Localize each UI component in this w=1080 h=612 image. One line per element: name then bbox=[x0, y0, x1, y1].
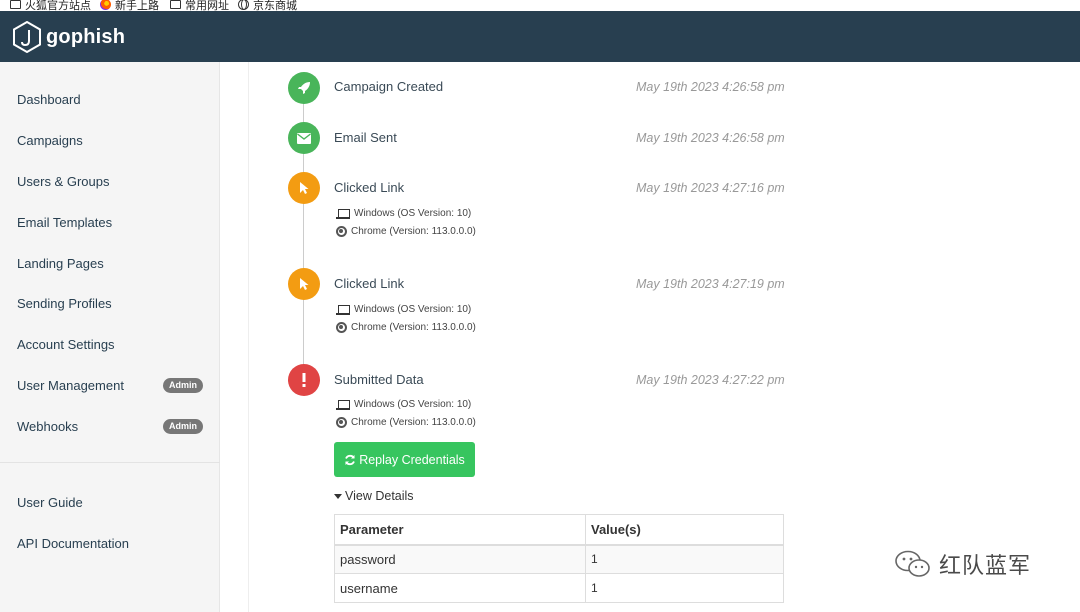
firefox-icon bbox=[100, 0, 111, 10]
os-label: Windows (OS Version: 10) bbox=[354, 399, 472, 410]
caret-down-icon bbox=[334, 493, 342, 499]
watermark: 红队蓝军 bbox=[893, 548, 1031, 580]
top-navbar: gophish bbox=[0, 11, 1080, 62]
event-title: Clicked Link bbox=[334, 276, 405, 291]
sidebar-item-user-guide[interactable]: User Guide bbox=[17, 490, 207, 514]
event-time: May 19th 2023 4:27:22 pm bbox=[636, 373, 785, 387]
column-header-parameter: Parameter bbox=[334, 514, 586, 546]
replay-credentials-button[interactable]: Replay Credentials bbox=[334, 442, 475, 477]
sidebar-item-label: API Documentation bbox=[17, 535, 130, 551]
laptop-icon bbox=[336, 304, 350, 315]
event-title: Clicked Link bbox=[334, 180, 405, 195]
bookmark-label: 新手上路 bbox=[115, 0, 159, 11]
table-row: username 1 bbox=[334, 573, 784, 603]
chrome-icon bbox=[336, 322, 347, 333]
watermark-text: 红队蓝军 bbox=[939, 554, 1032, 579]
sidebar-item-label: Email Templates bbox=[17, 214, 113, 230]
sidebar-item-landing-pages[interactable]: Landing Pages bbox=[17, 251, 207, 275]
param-name: username bbox=[334, 573, 586, 603]
sidebar-item-users-groups[interactable]: Users & Groups bbox=[17, 169, 207, 193]
sidebar-item-label: Sending Profiles bbox=[17, 295, 112, 311]
table-header-row: Parameter Value(s) bbox=[334, 514, 784, 546]
pointer-icon bbox=[288, 268, 320, 300]
sidebar-item-label: Webhooks bbox=[17, 418, 79, 434]
chrome-icon bbox=[336, 417, 347, 428]
view-details-label: View Details bbox=[345, 489, 414, 503]
brand-link[interactable]: gophish bbox=[12, 21, 125, 53]
globe-icon bbox=[238, 0, 249, 10]
sidebar-item-label: User Management bbox=[17, 377, 124, 393]
sidebar: Dashboard Campaigns Users & Groups Email… bbox=[0, 62, 220, 612]
gophish-logo-icon bbox=[13, 21, 41, 53]
sidebar-item-label: Account Settings bbox=[17, 336, 115, 352]
sidebar-item-label: Landing Pages bbox=[17, 255, 104, 271]
sidebar-item-label: User Guide bbox=[17, 494, 83, 510]
sidebar-item-campaigns[interactable]: Campaigns bbox=[17, 128, 207, 152]
sidebar-item-sending-profiles[interactable]: Sending Profiles bbox=[17, 291, 207, 315]
event-browser-detail: Chrome (Version: 113.0.0.0) bbox=[336, 226, 476, 237]
laptop-icon bbox=[336, 399, 350, 410]
envelope-icon bbox=[288, 122, 320, 154]
exclamation-icon bbox=[288, 364, 320, 396]
param-name: password bbox=[334, 544, 586, 574]
sidebar-item-webhooks[interactable]: Webhooks Admin bbox=[17, 414, 207, 438]
bookmark-label: 京东商城 bbox=[253, 0, 297, 11]
os-label: Windows (OS Version: 10) bbox=[354, 208, 472, 219]
sidebar-item-label: Campaigns bbox=[17, 132, 83, 148]
browser-label: Chrome (Version: 113.0.0.0) bbox=[351, 417, 476, 428]
sidebar-item-email-templates[interactable]: Email Templates bbox=[17, 210, 207, 234]
event-time: May 19th 2023 4:27:19 pm bbox=[636, 277, 785, 291]
event-os-detail: Windows (OS Version: 10) bbox=[336, 304, 471, 315]
bookmark-firefox-site[interactable]: 火狐官方站点 bbox=[10, 0, 91, 11]
sidebar-item-label: Dashboard bbox=[17, 91, 81, 107]
bookmark-common-sites[interactable]: 常用网址 bbox=[170, 0, 229, 11]
param-value: 1 bbox=[585, 573, 784, 603]
sidebar-item-api-documentation[interactable]: API Documentation bbox=[17, 531, 207, 555]
event-os-detail: Windows (OS Version: 10) bbox=[336, 399, 471, 410]
refresh-icon bbox=[345, 454, 356, 465]
wechat-icon bbox=[895, 550, 930, 577]
sidebar-item-account-settings[interactable]: Account Settings bbox=[17, 332, 207, 356]
folder-icon bbox=[10, 0, 21, 9]
pointer-icon bbox=[288, 172, 320, 204]
sidebar-item-dashboard[interactable]: Dashboard bbox=[17, 87, 207, 111]
table-row: password 1 bbox=[334, 544, 784, 574]
bookmark-getting-started[interactable]: 新手上路 bbox=[100, 0, 159, 11]
event-time: May 19th 2023 4:27:16 pm bbox=[636, 181, 785, 195]
event-time: May 19th 2023 4:26:58 pm bbox=[636, 80, 785, 94]
rocket-icon bbox=[288, 72, 320, 104]
view-details-toggle[interactable]: View Details bbox=[334, 489, 414, 503]
bookmarks-bar: 火狐官方站点 新手上路 常用网址 京东商城 bbox=[0, 0, 1080, 11]
bookmark-label: 火狐官方站点 bbox=[25, 0, 91, 11]
bookmark-label: 常用网址 bbox=[185, 0, 229, 11]
laptop-icon bbox=[336, 208, 350, 219]
event-browser-detail: Chrome (Version: 113.0.0.0) bbox=[336, 417, 476, 428]
bookmark-jd[interactable]: 京东商城 bbox=[238, 0, 297, 11]
submitted-params-table: Parameter Value(s) password 1 username 1 bbox=[334, 514, 784, 603]
column-header-values: Value(s) bbox=[585, 514, 784, 546]
browser-label: Chrome (Version: 113.0.0.0) bbox=[351, 322, 476, 333]
param-value: 1 bbox=[585, 544, 784, 574]
event-os-detail: Windows (OS Version: 10) bbox=[336, 208, 471, 219]
admin-badge: Admin bbox=[163, 418, 203, 434]
sidebar-item-label: Users & Groups bbox=[17, 173, 110, 189]
event-time: May 19th 2023 4:26:58 pm bbox=[636, 131, 785, 145]
content-divider bbox=[248, 62, 249, 612]
event-title: Submitted Data bbox=[334, 372, 424, 387]
admin-badge: Admin bbox=[163, 377, 203, 393]
sidebar-item-user-management[interactable]: User Management Admin bbox=[17, 373, 207, 397]
brand-name: gophish bbox=[46, 25, 126, 48]
event-title: Email Sent bbox=[334, 130, 397, 145]
folder-icon bbox=[170, 0, 181, 9]
sidebar-divider bbox=[0, 462, 220, 463]
event-browser-detail: Chrome (Version: 113.0.0.0) bbox=[336, 322, 476, 333]
os-label: Windows (OS Version: 10) bbox=[354, 304, 472, 315]
replay-credentials-label: Replay Credentials bbox=[359, 452, 465, 467]
browser-label: Chrome (Version: 113.0.0.0) bbox=[351, 226, 476, 237]
event-title: Campaign Created bbox=[334, 79, 444, 94]
chrome-icon bbox=[336, 226, 347, 237]
